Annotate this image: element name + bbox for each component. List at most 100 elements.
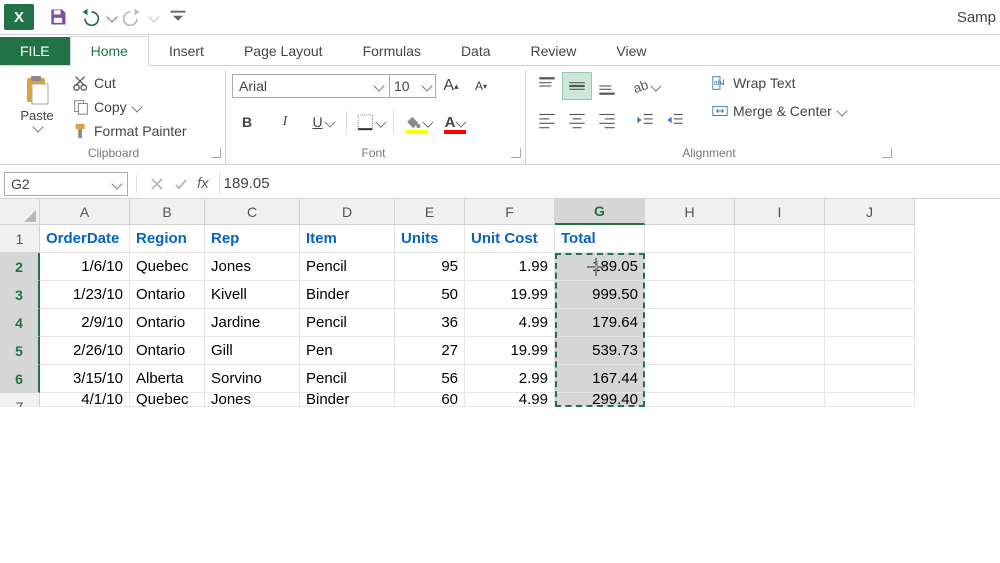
cell[interactable]: 95: [395, 253, 465, 281]
redo-dropdown[interactable]: [148, 11, 159, 22]
tab-data[interactable]: Data: [441, 37, 511, 65]
align-left-button[interactable]: [532, 106, 562, 134]
cell[interactable]: Ontario: [130, 281, 205, 309]
cell[interactable]: [825, 337, 915, 365]
cell[interactable]: [825, 393, 915, 407]
cell[interactable]: 299.40: [555, 393, 645, 407]
undo-dropdown[interactable]: [106, 11, 117, 22]
cell[interactable]: 60: [395, 393, 465, 407]
cell[interactable]: 2/9/10: [40, 309, 130, 337]
clipboard-launcher[interactable]: [211, 148, 221, 158]
cell[interactable]: [735, 225, 825, 253]
cut-button[interactable]: Cut: [68, 72, 191, 94]
align-top-button[interactable]: [532, 72, 562, 100]
cell[interactable]: [645, 225, 735, 253]
cell[interactable]: Alberta: [130, 365, 205, 393]
cell[interactable]: [735, 365, 825, 393]
cell[interactable]: 1.99: [465, 253, 555, 281]
cell[interactable]: 189.05: [555, 253, 645, 281]
cell[interactable]: [645, 253, 735, 281]
tab-file[interactable]: FILE: [0, 37, 70, 65]
cell[interactable]: [645, 309, 735, 337]
cell[interactable]: Kivell: [205, 281, 300, 309]
cell[interactable]: Jardine: [205, 309, 300, 337]
cell[interactable]: Ontario: [130, 309, 205, 337]
row-header-5[interactable]: 5: [0, 337, 40, 365]
cell[interactable]: 36: [395, 309, 465, 337]
cell[interactable]: 1/23/10: [40, 281, 130, 309]
cell[interactable]: [735, 393, 825, 407]
qat-redo[interactable]: [118, 3, 146, 31]
col-header-G[interactable]: G: [555, 199, 645, 225]
enter-formula-button[interactable]: [169, 172, 193, 196]
row-header-7[interactable]: 7: [0, 393, 40, 407]
cell[interactable]: [645, 393, 735, 407]
cell[interactable]: 2/26/10: [40, 337, 130, 365]
col-header-F[interactable]: F: [465, 199, 555, 225]
tab-insert[interactable]: Insert: [149, 37, 224, 65]
cell[interactable]: 539.73: [555, 337, 645, 365]
row-header-2[interactable]: 2: [0, 253, 40, 281]
row-header-3[interactable]: 3: [0, 281, 40, 309]
col-header-D[interactable]: D: [300, 199, 395, 225]
paste-dropdown[interactable]: [32, 121, 43, 132]
align-center-button[interactable]: [562, 106, 592, 134]
font-launcher[interactable]: [511, 148, 521, 158]
cell[interactable]: 999.50: [555, 281, 645, 309]
borders-button[interactable]: [355, 108, 385, 136]
align-right-button[interactable]: [592, 106, 622, 134]
underline-button[interactable]: U: [308, 108, 338, 136]
col-header-I[interactable]: I: [735, 199, 825, 225]
col-header-B[interactable]: B: [130, 199, 205, 225]
cell[interactable]: [735, 253, 825, 281]
cell[interactable]: [645, 281, 735, 309]
cell[interactable]: [735, 337, 825, 365]
cell[interactable]: 19.99: [465, 281, 555, 309]
cell[interactable]: [645, 337, 735, 365]
formula-input[interactable]: 189.05: [220, 173, 996, 194]
fill-color-button[interactable]: [402, 108, 432, 136]
orientation-button[interactable]: ab: [630, 72, 660, 100]
font-name-dropdown[interactable]: [373, 80, 384, 91]
cell[interactable]: Jones: [205, 253, 300, 281]
name-box[interactable]: G2: [4, 172, 128, 196]
tab-formulas[interactable]: Formulas: [343, 37, 441, 65]
cell[interactable]: Pencil: [300, 253, 395, 281]
col-header-A[interactable]: A: [40, 199, 130, 225]
cell[interactable]: Sorvino: [205, 365, 300, 393]
tab-home[interactable]: Home: [70, 36, 149, 66]
bold-button[interactable]: B: [232, 108, 262, 136]
row-header-6[interactable]: 6: [0, 365, 40, 393]
cell[interactable]: Pencil: [300, 309, 395, 337]
cell[interactable]: Jones: [205, 393, 300, 407]
italic-button[interactable]: I: [270, 108, 300, 136]
align-middle-button[interactable]: [562, 72, 592, 100]
cell[interactable]: Pencil: [300, 365, 395, 393]
qat-save[interactable]: [44, 3, 72, 31]
cell[interactable]: Pen: [300, 337, 395, 365]
cell[interactable]: [825, 281, 915, 309]
decrease-indent-button[interactable]: [630, 106, 660, 134]
cell[interactable]: Rep: [205, 225, 300, 253]
tab-review[interactable]: Review: [511, 37, 597, 65]
copy-dropdown[interactable]: [131, 101, 142, 112]
cell[interactable]: 27: [395, 337, 465, 365]
cell[interactable]: Total: [555, 225, 645, 253]
cell[interactable]: Region: [130, 225, 205, 253]
qat-undo[interactable]: [76, 3, 104, 31]
col-header-H[interactable]: H: [645, 199, 735, 225]
align-bottom-button[interactable]: [592, 72, 622, 100]
cell[interactable]: 4/1/10: [40, 393, 130, 407]
cell[interactable]: [735, 281, 825, 309]
cell[interactable]: 167.44: [555, 365, 645, 393]
cell[interactable]: [825, 225, 915, 253]
cell[interactable]: Units: [395, 225, 465, 253]
cell[interactable]: Quebec: [130, 253, 205, 281]
cell[interactable]: Unit Cost: [465, 225, 555, 253]
row-header-4[interactable]: 4: [0, 309, 40, 337]
cancel-formula-button[interactable]: [145, 172, 169, 196]
paste-button[interactable]: Paste: [12, 72, 62, 133]
fx-label[interactable]: fx: [197, 175, 209, 192]
cell[interactable]: 2.99: [465, 365, 555, 393]
cell[interactable]: Item: [300, 225, 395, 253]
